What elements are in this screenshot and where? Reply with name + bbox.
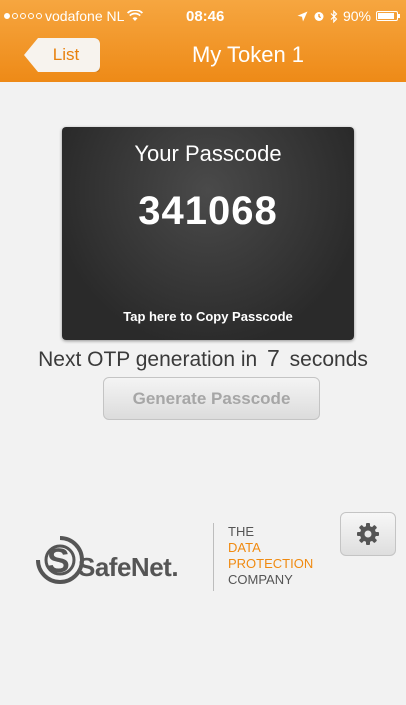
- signal-dot: [36, 13, 42, 19]
- battery-fill: [378, 13, 394, 19]
- generate-passcode-button[interactable]: Generate Passcode: [103, 377, 320, 420]
- countdown-seconds: 7: [267, 345, 280, 371]
- signal-dot: [12, 13, 18, 19]
- countdown-prefix: Next OTP generation in: [38, 348, 258, 371]
- carrier-name: vodafone NL: [45, 8, 125, 24]
- countdown-suffix: seconds: [289, 348, 368, 371]
- app-header: vodafone NL 08:46 90% List My Token 1: [0, 0, 406, 82]
- status-time: 08:46: [186, 8, 225, 25]
- tagline: THE DATA PROTECTION COMPANY: [228, 524, 313, 588]
- tagline-line: THE: [228, 524, 254, 539]
- status-right: 90%: [297, 8, 400, 24]
- battery-icon: [376, 11, 400, 21]
- location-arrow-icon: [297, 11, 308, 21]
- signal-dot: [28, 13, 34, 19]
- bluetooth-icon: [330, 9, 338, 23]
- gear-icon: [357, 523, 379, 545]
- signal-dot: [4, 13, 10, 19]
- tagline-line: DATA: [228, 540, 261, 555]
- generate-button-label: Generate Passcode: [132, 388, 291, 408]
- signal-dot: [20, 13, 26, 19]
- safenet-logo: S SafeNet.: [30, 522, 210, 592]
- status-bar: vodafone NL 08:46 90%: [0, 0, 406, 32]
- logo-divider: [213, 523, 214, 591]
- passcode-value: 341068: [138, 189, 278, 233]
- wifi-icon: [127, 10, 144, 21]
- tagline-line: COMPANY: [228, 572, 293, 587]
- svg-text:S: S: [47, 542, 70, 580]
- tagline-line: PROTECTION: [228, 556, 314, 571]
- passcode-card[interactable]: Your Passcode 341068 Tap here to Copy Pa…: [62, 127, 354, 340]
- battery-percent: 90%: [342, 8, 371, 24]
- nav-bar: List My Token 1: [0, 32, 406, 82]
- signal-strength-icon: [4, 13, 42, 19]
- page-title: My Token 1: [191, 42, 305, 67]
- copy-passcode-hint[interactable]: Tap here to Copy Passcode: [62, 309, 354, 324]
- otp-countdown: Next OTP generation in 7 seconds: [0, 345, 406, 372]
- safenet-logo-text: SafeNet.: [78, 552, 179, 582]
- status-left: vodafone NL: [4, 8, 144, 24]
- settings-button[interactable]: [340, 512, 396, 556]
- alarm-icon: [314, 12, 324, 21]
- passcode-heading: Your Passcode: [134, 141, 282, 166]
